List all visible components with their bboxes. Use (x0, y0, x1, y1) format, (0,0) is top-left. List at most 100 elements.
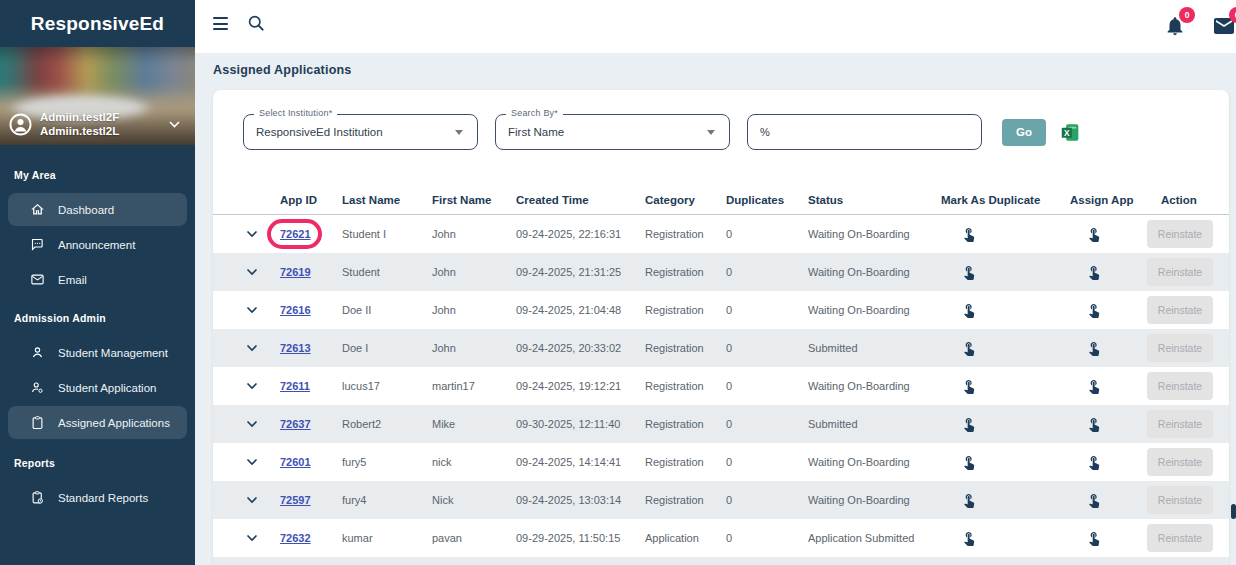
table-row: 72597 fury4 Nick 09-24-2025, 13:03:14 Re… (213, 481, 1229, 519)
sidebar-item-assigned-applications[interactable]: Assigned Applications (8, 406, 187, 439)
notifications-button[interactable]: 0 (1161, 10, 1195, 44)
reinstate-button[interactable]: Reinstate (1147, 372, 1213, 400)
row-expand-chevron-icon[interactable] (246, 496, 258, 504)
person-gear-icon (30, 380, 45, 395)
assign-app-icon[interactable] (1086, 530, 1102, 546)
select-institution[interactable]: Select Institution* ResponsiveEd Institu… (243, 114, 478, 150)
assign-app-icon[interactable] (1086, 264, 1102, 280)
reinstate-button[interactable]: Reinstate (1147, 448, 1213, 476)
user-profile[interactable]: Admiin.testl2F Admiin.testl2L (9, 110, 186, 138)
reinstate-button[interactable]: Reinstate (1147, 258, 1213, 286)
duplicates-cell: 0 (726, 456, 808, 468)
first-name-cell: nick (432, 456, 516, 468)
mark-as-duplicate-icon[interactable] (961, 416, 977, 432)
sidebar-item-email[interactable]: Email (8, 263, 187, 296)
mail-button[interactable]: 0 (1210, 10, 1236, 44)
mark-as-duplicate-icon[interactable] (961, 264, 977, 280)
reinstate-button[interactable]: Reinstate (1147, 220, 1213, 248)
mark-as-duplicate-icon[interactable] (961, 302, 977, 318)
reinstate-button[interactable]: Reinstate (1147, 296, 1213, 324)
created-time-cell: 09-24-2025, 21:31:25 (516, 266, 645, 278)
col-created-time: Created Time (516, 194, 645, 206)
col-last-name: Last Name (342, 194, 432, 206)
sidebar-item-standard-reports[interactable]: Standard Reports (8, 481, 187, 514)
app-id-link[interactable]: 72621 (280, 228, 311, 240)
app-id-link[interactable]: 72632 (280, 532, 311, 544)
table-row: 72611 lucus17 martin17 09-24-2025, 19:12… (213, 367, 1229, 405)
col-duplicates: Duplicates (726, 194, 808, 206)
first-name-cell: Mike (432, 418, 516, 430)
page-title: Assigned Applications (213, 63, 351, 77)
row-expand-chevron-icon[interactable] (246, 306, 258, 314)
home-icon (30, 202, 45, 217)
status-cell: Application Submitted (808, 532, 941, 544)
sidebar-item-student-application[interactable]: Student Application (8, 371, 187, 404)
app-id-link[interactable]: 72619 (280, 266, 311, 278)
dropdown-arrow-icon (455, 130, 463, 135)
brand-logo: ResponsiveEd (0, 0, 195, 47)
created-time-cell: 09-24-2025, 21:04:48 (516, 304, 645, 316)
search-icon[interactable] (246, 13, 266, 33)
mark-as-duplicate-icon[interactable] (961, 226, 977, 242)
dropdown-arrow-icon (707, 130, 715, 135)
assign-app-icon[interactable] (1086, 454, 1102, 470)
notifications-badge: 0 (1179, 7, 1195, 23)
app-id-link[interactable]: 72601 (280, 456, 311, 468)
mark-as-duplicate-icon[interactable] (961, 454, 977, 470)
assign-app-icon[interactable] (1086, 226, 1102, 242)
app-id-link[interactable]: 72637 (280, 418, 311, 430)
assign-app-icon[interactable] (1086, 492, 1102, 508)
sidebar-item-dashboard[interactable]: Dashboard (8, 193, 187, 226)
app-id-link[interactable]: 72611 (280, 380, 310, 392)
mark-as-duplicate-icon[interactable] (961, 530, 977, 546)
col-action: Action (1161, 194, 1229, 206)
table-row: 72613 Doe I John 09-24-2025, 20:33:02 Re… (213, 329, 1229, 367)
row-expand-chevron-icon[interactable] (246, 458, 258, 466)
go-button[interactable]: Go (1002, 119, 1046, 146)
assign-app-icon[interactable] (1086, 302, 1102, 318)
mark-as-duplicate-icon[interactable] (961, 492, 977, 508)
mark-as-duplicate-icon[interactable] (961, 340, 977, 356)
row-expand-chevron-icon[interactable] (246, 230, 258, 238)
category-cell: Registration (645, 418, 726, 430)
section-label-my-area: My Area (14, 169, 181, 181)
col-mark-as-duplicate: Mark As Duplicate (941, 194, 1070, 206)
section-label-admission-admin: Admission Admin (14, 312, 181, 324)
assign-app-icon[interactable] (1086, 416, 1102, 432)
sidebar-item-announcement[interactable]: Announcement (8, 228, 187, 261)
scrollbar-thumb[interactable] (1231, 504, 1236, 519)
search-by-select[interactable]: Search By* First Name (495, 114, 730, 150)
email-icon (30, 272, 45, 287)
reinstate-button[interactable]: Reinstate (1147, 334, 1213, 362)
select-institution-value: ResponsiveEd Institution (256, 126, 383, 138)
category-cell: Registration (645, 304, 726, 316)
user-avatar-icon (9, 113, 32, 136)
assign-app-icon[interactable] (1086, 340, 1102, 356)
app-id-link[interactable]: 72597 (280, 494, 311, 506)
clipboard-icon (30, 415, 45, 430)
reinstate-button[interactable]: Reinstate (1147, 410, 1213, 438)
last-name-cell: Doe I (342, 342, 432, 354)
table-row-partial (213, 557, 1229, 565)
reinstate-button[interactable]: Reinstate (1147, 486, 1213, 514)
row-expand-chevron-icon[interactable] (246, 268, 258, 276)
search-input[interactable]: % (747, 114, 982, 150)
announcement-icon (30, 237, 45, 252)
category-cell: Registration (645, 494, 726, 506)
app-id-link[interactable]: 72613 (280, 342, 311, 354)
app-id-link[interactable]: 72616 (280, 304, 311, 316)
mark-as-duplicate-icon[interactable] (961, 378, 977, 394)
row-expand-chevron-icon[interactable] (246, 344, 258, 352)
row-expand-chevron-icon[interactable] (246, 382, 258, 390)
last-name-cell: Student (342, 266, 432, 278)
assign-app-icon[interactable] (1086, 378, 1102, 394)
category-cell: Registration (645, 342, 726, 354)
row-expand-chevron-icon[interactable] (246, 420, 258, 428)
sidebar: ResponsiveEd Admiin.testl2F Admiin.testl… (0, 0, 195, 565)
row-expand-chevron-icon[interactable] (246, 534, 258, 542)
duplicates-cell: 0 (726, 228, 808, 240)
menu-toggle-icon[interactable] (213, 17, 228, 30)
excel-export-icon[interactable]: X (1060, 122, 1081, 143)
sidebar-item-student-management[interactable]: Student Management (8, 336, 187, 369)
reinstate-button[interactable]: Reinstate (1147, 524, 1213, 552)
